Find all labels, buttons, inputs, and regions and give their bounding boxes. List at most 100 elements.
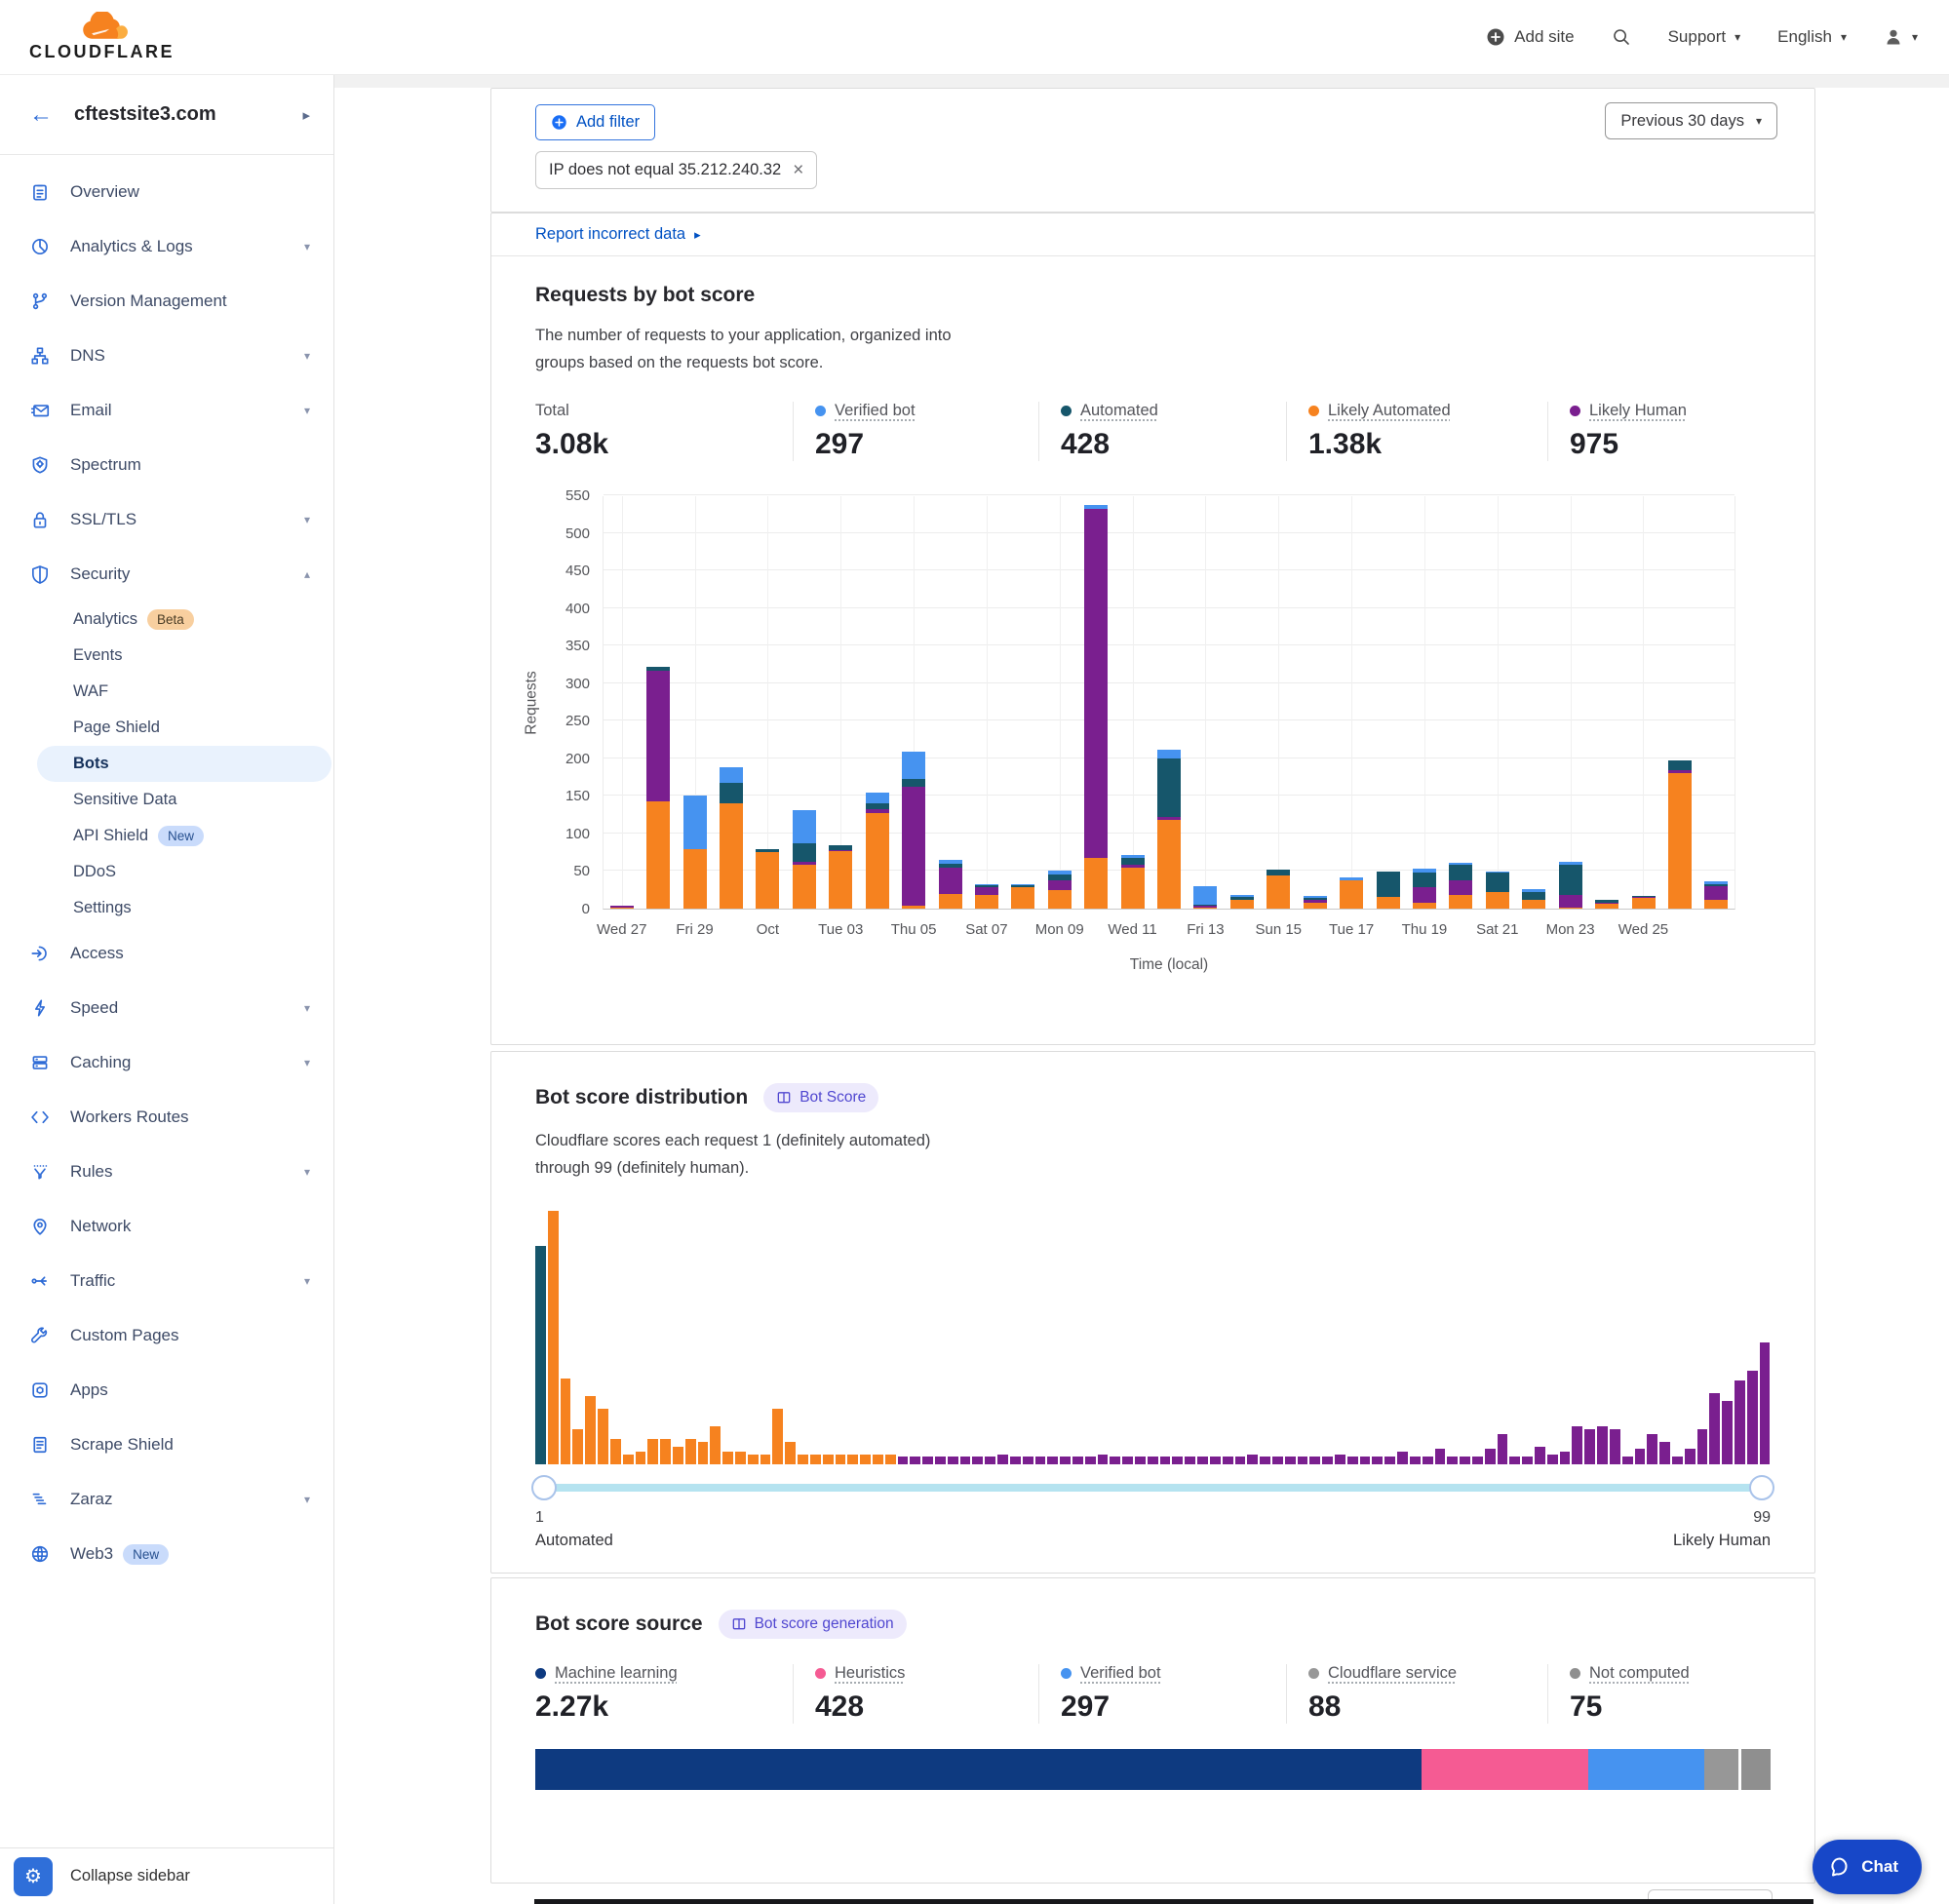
new-badge: New	[123, 1544, 169, 1565]
sidebar-item-access[interactable]: Access	[0, 926, 333, 981]
chevron-down-icon: ▾	[304, 513, 310, 526]
slider-track[interactable]	[535, 1484, 1771, 1492]
sidebar-item-speed[interactable]: Speed▾	[0, 981, 333, 1035]
slider-min-caption: Automated	[535, 1532, 613, 1550]
bar-segment	[1157, 750, 1181, 758]
source-distribution-bar	[535, 1749, 1771, 1790]
cloudflare-logo[interactable]: CLOUDFLARE	[29, 12, 175, 62]
sidebar-item-scrape-shield[interactable]: Scrape Shield	[0, 1418, 333, 1472]
sidebar-item-api-shield[interactable]: API ShieldNew	[0, 818, 333, 854]
report-link-label: Report incorrect data	[535, 225, 685, 244]
bar-segment	[866, 793, 889, 803]
bar-segment	[720, 767, 743, 782]
bar-segment	[829, 851, 852, 909]
search-icon[interactable]	[1612, 27, 1631, 47]
histogram-bar	[1435, 1449, 1446, 1464]
stat-label: Total	[535, 402, 569, 420]
sidebar-item-analytics-logs[interactable]: Analytics & Logs▾	[0, 219, 333, 274]
bot-score-badge[interactable]: Bot Score	[763, 1083, 878, 1112]
x-tick-label: Wed 25	[1618, 921, 1668, 938]
report-incorrect-data-link[interactable]: Report incorrect data ▸	[535, 225, 701, 244]
support-menu[interactable]: Support ▾	[1668, 27, 1741, 47]
remove-filter-icon[interactable]: ×	[793, 160, 803, 181]
sidebar-item-email[interactable]: Email ▾	[0, 383, 333, 438]
bot-score-histogram	[535, 1211, 1771, 1464]
sidebar-item-network[interactable]: Network	[0, 1199, 333, 1254]
bar-segment	[683, 849, 707, 909]
slider-handle-max[interactable]	[1749, 1475, 1774, 1500]
sidebar-item-overview[interactable]: Overview	[0, 165, 333, 219]
histogram-bar	[873, 1455, 883, 1464]
x-tick-label: Oct	[757, 921, 779, 938]
sidebar-item-ddos[interactable]: DDoS	[0, 854, 333, 890]
version-icon	[29, 291, 51, 312]
sidebar-item-sensitive-data[interactable]: Sensitive Data	[0, 782, 333, 818]
chevron-down-icon: ▾	[1735, 30, 1740, 44]
sidebar-item-traffic[interactable]: Traffic▾	[0, 1254, 333, 1308]
language-menu[interactable]: English ▾	[1777, 27, 1847, 47]
stacked-bar	[1304, 896, 1327, 909]
histogram-bar	[660, 1439, 671, 1464]
requests-stats: Total3.08kVerified bot297Automated428Lik…	[535, 402, 1771, 461]
sidebar-item-waf[interactable]: WAF	[0, 674, 333, 710]
sidebar-item-spectrum[interactable]: Spectrum	[0, 438, 333, 492]
sidebar-item-settings[interactable]: Settings	[0, 890, 333, 926]
sidebar-item-label: Overview	[70, 182, 139, 202]
sidebar-item-custom-pages[interactable]: Custom Pages	[0, 1308, 333, 1363]
distribution-title: Bot score distribution	[535, 1086, 748, 1109]
sidebar-item-zaraz[interactable]: Zaraz▾	[0, 1472, 333, 1527]
source-card: Bot score source Bot score generation Ma…	[490, 1577, 1815, 1884]
preferences-button[interactable]: ⚙	[14, 1857, 53, 1896]
sidebar-item-events[interactable]: Events	[0, 638, 333, 674]
stacked-bar	[1595, 900, 1618, 909]
sidebar-item-analytics[interactable]: AnalyticsBeta	[0, 602, 333, 638]
add-site-button[interactable]: Add site	[1486, 27, 1574, 47]
slider-handle-min[interactable]	[531, 1475, 557, 1500]
histogram-bar	[1223, 1457, 1233, 1464]
sidebar-item-ssl-tls[interactable]: SSL/TLS▾	[0, 492, 333, 547]
sidebar-item-page-shield[interactable]: Page Shield	[0, 710, 333, 746]
bar-segment	[902, 787, 925, 906]
sidebar-item-dns[interactable]: DNS▾	[0, 329, 333, 383]
bot-score-generation-badge[interactable]: Bot score generation	[719, 1610, 907, 1639]
sidebar-item-web3[interactable]: Web3New	[0, 1527, 333, 1581]
stat-value: 88	[1308, 1690, 1547, 1724]
histogram-bar	[847, 1455, 858, 1464]
email-icon	[29, 400, 51, 421]
add-filter-button[interactable]: Add filter	[535, 104, 655, 140]
histogram-bar	[1697, 1429, 1708, 1464]
stat-value: 75	[1570, 1690, 1771, 1724]
chevron-down-icon: ▾	[304, 404, 310, 417]
sidebar-item-caching[interactable]: Caching▾	[0, 1035, 333, 1090]
histogram-bar	[1709, 1393, 1720, 1464]
site-selector[interactable]: ← cftestsite3.com ▸	[0, 75, 333, 155]
bar-segment	[1486, 892, 1509, 909]
requests-description: The number of requests to your applicati…	[535, 322, 1771, 376]
bar-slot	[1516, 496, 1552, 909]
collapse-sidebar-button[interactable]: Collapse sidebar	[70, 1867, 190, 1885]
filter-chip[interactable]: IP does not equal 35.212.240.32 ×	[535, 151, 817, 189]
date-range-select[interactable]: Previous 30 days ▾	[1605, 102, 1777, 139]
stat-total: Total3.08k	[535, 402, 793, 461]
sidebar-item-label: Email	[70, 401, 112, 420]
histogram-bar	[997, 1455, 1008, 1464]
sidebar-item-rules[interactable]: Rules▾	[0, 1145, 333, 1199]
sidebar-item-security[interactable]: Security▴	[0, 547, 333, 602]
histogram-bar	[1047, 1457, 1058, 1464]
bar-slot	[1297, 496, 1333, 909]
sidebar-item-workers-routes[interactable]: Workers Routes	[0, 1090, 333, 1145]
source-bar-segment-verified-bot	[1588, 1749, 1704, 1790]
sidebar-item-label: Network	[70, 1217, 131, 1236]
sidebar-item-bots[interactable]: Bots	[37, 746, 331, 782]
chat-button[interactable]: Chat	[1813, 1840, 1922, 1894]
stat-value: 975	[1570, 428, 1771, 461]
back-arrow-icon[interactable]: ←	[29, 101, 53, 129]
sidebar-item-apps[interactable]: Apps	[0, 1363, 333, 1418]
bar-segment	[1157, 758, 1181, 817]
user-menu[interactable]: ▾	[1884, 27, 1918, 47]
histogram-bar	[1285, 1457, 1296, 1464]
sidebar-item-label: WAF	[73, 682, 108, 701]
histogram-bar	[1423, 1457, 1433, 1464]
bar-slot	[1005, 496, 1041, 909]
sidebar-item-version-management[interactable]: Version Management	[0, 274, 333, 329]
